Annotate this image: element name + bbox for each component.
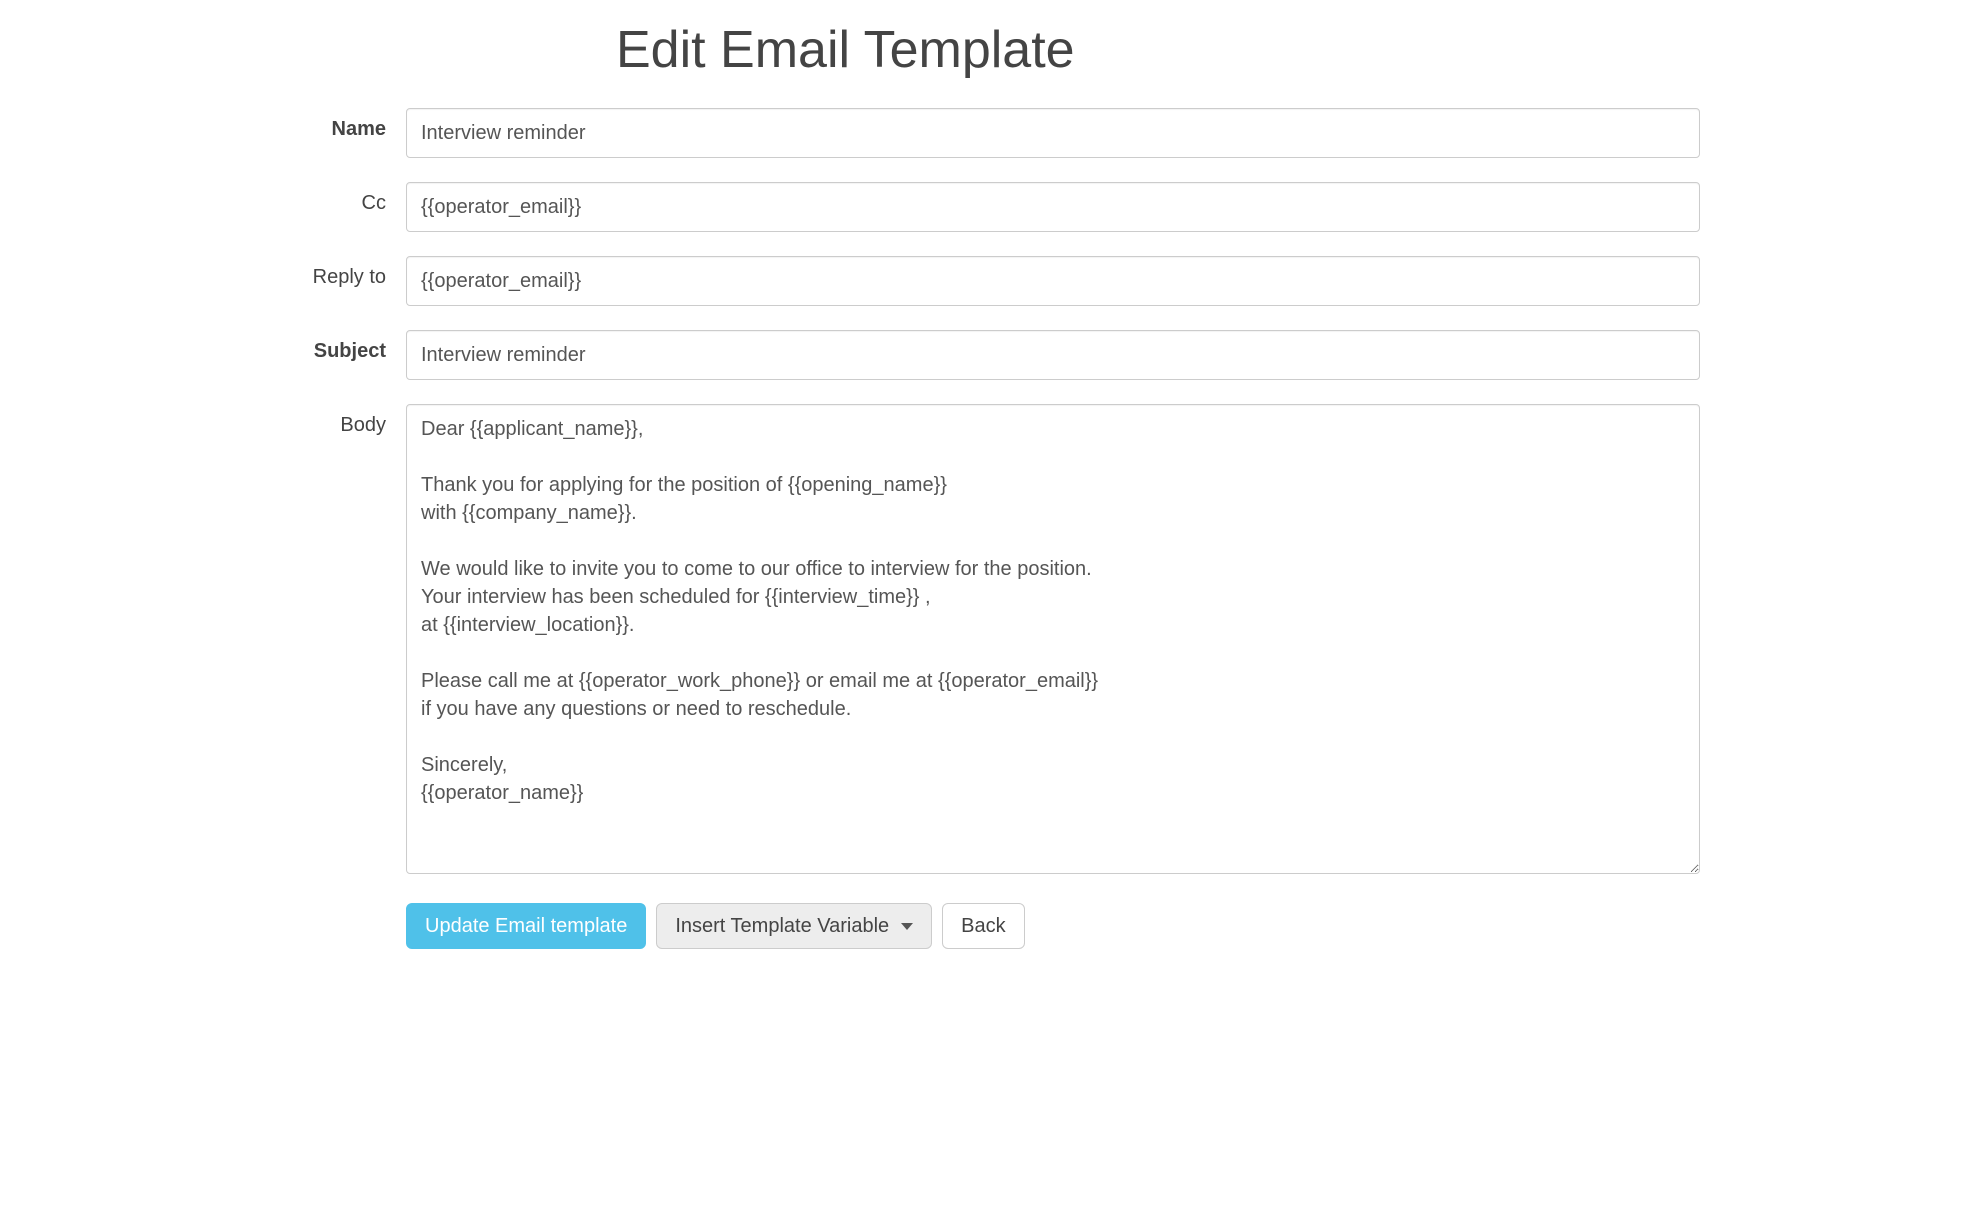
label-name: Name	[276, 108, 406, 141]
label-reply-to: Reply to	[276, 256, 406, 289]
cc-field[interactable]	[406, 182, 1700, 232]
label-cc: Cc	[276, 182, 406, 215]
update-email-template-button[interactable]: Update Email template	[406, 903, 646, 949]
name-field[interactable]	[406, 108, 1700, 158]
insert-template-variable-label: Insert Template Variable	[675, 914, 889, 938]
reply-to-field[interactable]	[406, 256, 1700, 306]
insert-template-variable-button[interactable]: Insert Template Variable	[656, 903, 932, 949]
label-body: Body	[276, 404, 406, 437]
caret-down-icon	[901, 923, 913, 930]
page-title: Edit Email Template	[616, 20, 1700, 80]
label-subject: Subject	[276, 330, 406, 363]
subject-field[interactable]	[406, 330, 1700, 380]
back-button[interactable]: Back	[942, 903, 1024, 949]
body-field[interactable]	[406, 404, 1700, 874]
